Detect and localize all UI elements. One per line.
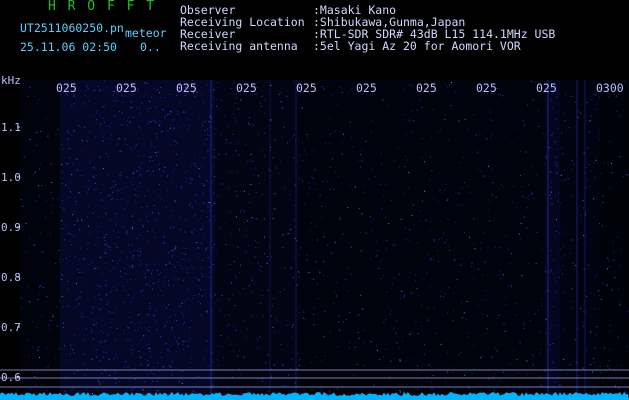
spectrogram: kHz 1.11.00.90.80.70.6 025 025 025 025 025 02… — [0, 74, 629, 400]
y-axis-ticks: 1.11.00.90.80.70.6 — [1, 121, 21, 384]
x-tick-label: 025 — [356, 81, 377, 95]
noise-band — [215, 80, 300, 393]
noise-speck — [92, 393, 93, 394]
noise-band — [600, 80, 629, 393]
x-tick-label: 0300 — [596, 81, 624, 95]
x-tick-label: 025 — [536, 81, 557, 95]
noise-band — [20, 80, 60, 393]
noise-band — [60, 80, 215, 393]
noise-speck — [240, 392, 242, 394]
spectrogram-bands — [20, 80, 629, 393]
baseline-signal — [0, 392, 629, 400]
x-tick-label: 025 — [236, 81, 257, 95]
x-tick-label: 025 — [56, 81, 77, 95]
x-tick-label: 025 — [416, 81, 437, 95]
x-tick-label: 025 — [296, 81, 317, 95]
noise-band — [300, 80, 545, 393]
x-tick-label: 025 — [116, 81, 137, 95]
x-tick-label: 025 — [176, 81, 197, 95]
noise-band — [545, 80, 560, 393]
noise-band — [560, 80, 600, 393]
x-tick-label: 025 — [476, 81, 497, 95]
y-axis-unit: kHz — [1, 74, 21, 87]
